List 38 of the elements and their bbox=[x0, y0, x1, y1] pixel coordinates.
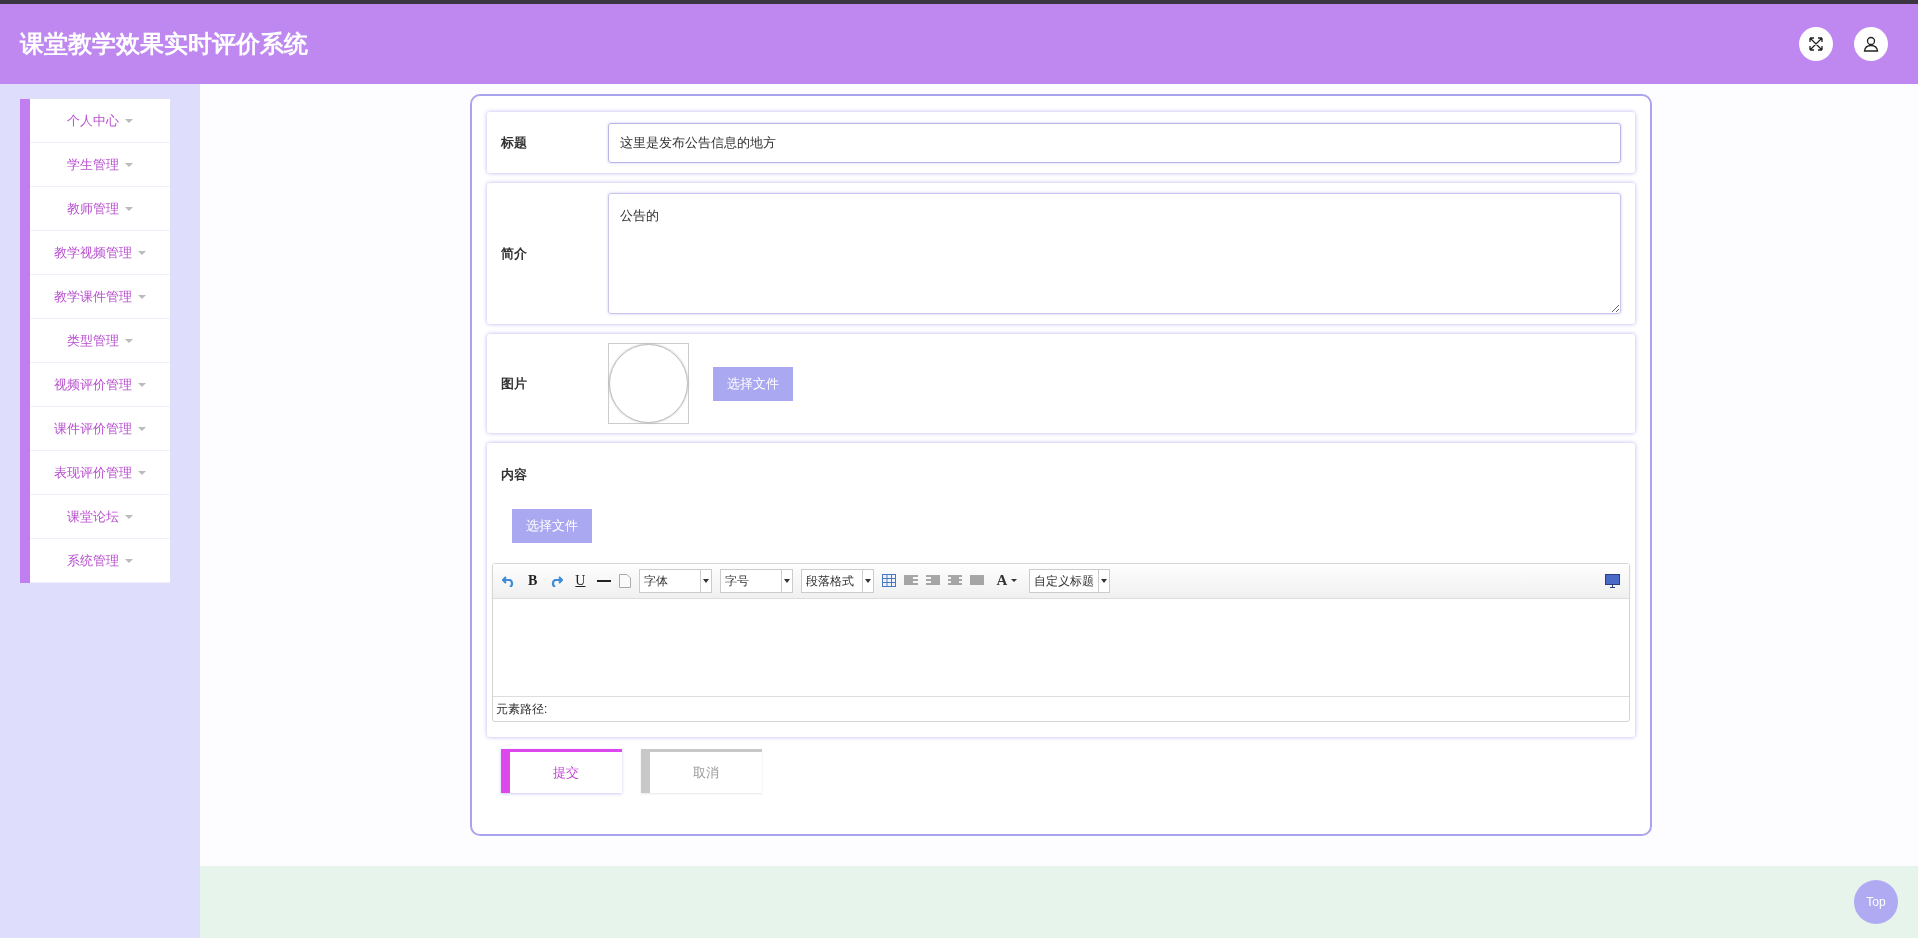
intro-textarea[interactable]: 公告的 bbox=[608, 193, 1621, 314]
underline-button[interactable]: U bbox=[571, 570, 590, 591]
element-path-label: 元素路径: bbox=[496, 700, 548, 718]
toolbar-select[interactable]: 字体 bbox=[639, 568, 713, 593]
title-input[interactable]: 这里是发布公告信息的地方 bbox=[608, 122, 1621, 163]
field-label: 内容 bbox=[500, 466, 528, 484]
sidebar-menu-item[interactable]: 个人中心 bbox=[30, 99, 170, 143]
monitor-icon[interactable] bbox=[1605, 573, 1620, 588]
horizontal-rule-icon[interactable] bbox=[597, 578, 612, 583]
field-label: 标题 bbox=[501, 133, 528, 152]
font-color-button[interactable]: A bbox=[992, 569, 1022, 592]
user-icon bbox=[1863, 36, 1879, 52]
cancel-button[interactable]: 取消 bbox=[641, 749, 762, 793]
user-button[interactable] bbox=[1854, 27, 1888, 61]
sidebar-menu-item[interactable]: 教学课件管理 bbox=[30, 275, 170, 319]
expand-icon bbox=[1808, 36, 1824, 52]
sidebar-menu-item[interactable]: 教学视频管理 bbox=[30, 231, 170, 275]
field-label: 图片 bbox=[501, 374, 528, 393]
table-icon[interactable] bbox=[882, 574, 897, 587]
toolbar-select[interactable]: 段落格式 bbox=[801, 568, 875, 593]
app-title: 课堂教学效果实时评价系统 bbox=[20, 29, 308, 59]
sidebar-menu-item[interactable]: 表现评价管理 bbox=[30, 451, 170, 495]
sidebar-menu-item[interactable]: 课件评价管理 bbox=[30, 407, 170, 451]
page-icon[interactable] bbox=[619, 573, 632, 588]
sidebar-menu-item[interactable]: 系统管理 bbox=[30, 539, 170, 583]
fullscreen-button[interactable] bbox=[1799, 27, 1833, 61]
submit-button[interactable]: 提交 bbox=[501, 749, 622, 793]
sidebar-menu-item[interactable]: 类型管理 bbox=[30, 319, 170, 363]
toolbar-select[interactable]: 字号 bbox=[720, 568, 794, 593]
bold-button[interactable]: B bbox=[524, 570, 542, 591]
sidebar-menu-item[interactable]: 教师管理 bbox=[30, 187, 170, 231]
field-label: 简介 bbox=[501, 244, 528, 263]
redo-icon[interactable] bbox=[549, 574, 564, 587]
sidebar-menu-item[interactable]: 学生管理 bbox=[30, 143, 170, 187]
toolbar-select[interactable]: 自定义标题 bbox=[1029, 568, 1111, 593]
undo-icon[interactable] bbox=[502, 574, 516, 587]
sidebar-menu-item[interactable]: 视频评价管理 bbox=[30, 363, 170, 407]
sidebar-menu-item[interactable]: 课堂论坛 bbox=[30, 495, 170, 539]
